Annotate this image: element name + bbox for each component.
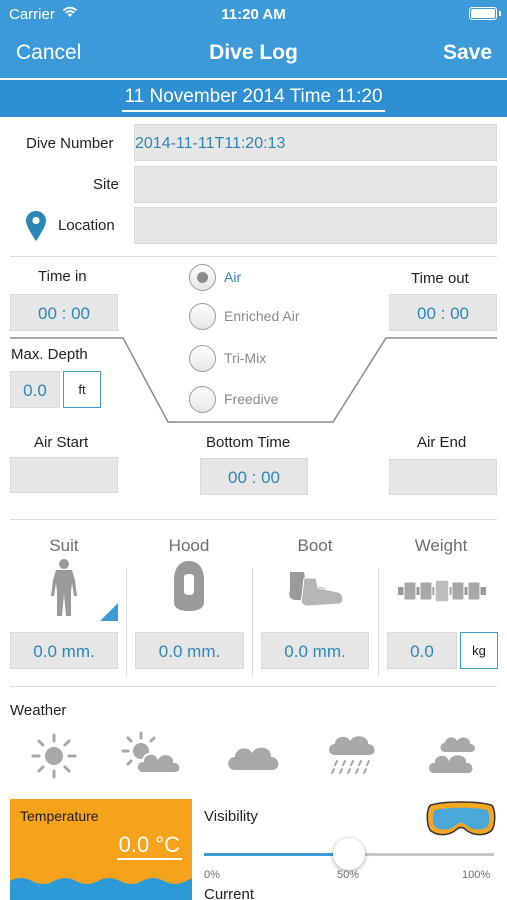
site-label: Site [93, 176, 119, 193]
boot-label: Boot [297, 536, 333, 555]
temperature-value[interactable]: 0.0 °C [116, 832, 182, 860]
hood-label: Hood [168, 536, 210, 555]
divider [10, 256, 497, 257]
status-bar: Carrier 11:20 AM [0, 0, 507, 30]
radio-selected-icon [189, 264, 216, 291]
bottom-time-field[interactable]: 00 : 00 [200, 458, 308, 495]
depth-unit-button[interactable]: ft [63, 371, 101, 408]
water-waves-icon [10, 878, 192, 900]
hood-thickness-value: 0.0 mm. [158, 642, 221, 661]
gear-separator [252, 568, 253, 676]
suit-thickness-field[interactable]: 0.0 mm. [10, 632, 118, 669]
weight-field[interactable]: 0.0 [387, 632, 457, 669]
gas-option-label: Tri-Mix [224, 350, 267, 366]
dive-number-field[interactable]: 2014-11-11T11:20:13 [134, 124, 497, 161]
boot-thickness-value: 0.0 mm. [284, 642, 346, 661]
site-field[interactable] [134, 166, 497, 203]
weight-label: Weight [414, 536, 468, 555]
visibility-label: Visibility [204, 808, 258, 825]
visibility-tick-max: 100% [462, 869, 491, 881]
overcast-icon[interactable] [425, 734, 487, 781]
boot-thickness-field[interactable]: 0.0 mm. [261, 632, 369, 669]
weather-label: Weather [10, 702, 67, 719]
air-start-label: Air Start [34, 434, 89, 451]
time-in-value: 00 : 00 [38, 304, 90, 323]
save-button[interactable]: Save [443, 41, 492, 65]
radio-unselected-icon [189, 386, 216, 413]
goggles-icon [425, 801, 497, 844]
gas-option-label: Freedive [224, 391, 279, 407]
max-depth-label: Max. Depth [11, 346, 88, 363]
temperature-panel: Temperature 0.0 °C [10, 799, 192, 900]
boot-icon[interactable] [286, 570, 346, 615]
bottom-time-label: Bottom Time [206, 434, 291, 451]
status-time: 11:20 AM [221, 6, 286, 23]
page-title: Dive Log [209, 41, 298, 64]
radio-unselected-icon [189, 345, 216, 372]
corner-indicator-icon [100, 603, 118, 626]
visibility-tick-mid: 50% [337, 869, 360, 881]
gas-option-freedive[interactable]: Freedive [189, 386, 369, 414]
weight-unit-button[interactable]: kg [460, 632, 498, 669]
visibility-slider-thumb[interactable] [333, 838, 365, 870]
suit-label: Suit [49, 536, 79, 555]
air-end-label: Air End [417, 434, 467, 451]
weight-belt-icon[interactable] [398, 578, 486, 609]
partly-cloudy-icon[interactable] [121, 731, 187, 784]
gas-option-enriched-air[interactable]: Enriched Air [189, 303, 369, 331]
max-depth-field[interactable]: 0.0 [10, 371, 60, 408]
visibility-slider-fill [204, 853, 349, 856]
sunny-icon[interactable] [31, 733, 77, 784]
current-label: Current [204, 886, 255, 900]
date-time-picker[interactable]: 11 November 2014 Time 11:20 [122, 86, 385, 112]
air-start-field[interactable] [10, 457, 118, 493]
time-out-label: Time out [411, 270, 469, 287]
gear-separator [126, 568, 127, 676]
max-depth-value: 0.0 [23, 381, 47, 400]
date-header: 11 November 2014 Time 11:20 [0, 80, 507, 117]
weight-unit-label: kg [472, 643, 486, 658]
location-field[interactable] [134, 207, 497, 244]
time-out-value: 00 : 00 [417, 304, 469, 323]
dive-number-value: 2014-11-11T11:20:13 [135, 135, 286, 152]
location-pin-icon[interactable] [26, 211, 46, 246]
divider [10, 686, 497, 687]
temperature-label: Temperature [20, 808, 99, 824]
gas-option-label: Air [224, 269, 242, 285]
bottom-time-value: 00 : 00 [228, 468, 280, 487]
radio-unselected-icon [189, 303, 216, 330]
visibility-tick-min: 0% [204, 869, 220, 881]
time-in-label: Time in [38, 268, 87, 285]
divider [10, 519, 497, 520]
depth-unit-label: ft [78, 382, 86, 397]
cloudy-icon[interactable] [225, 738, 283, 777]
air-end-field[interactable] [389, 459, 497, 495]
gas-option-tri-mix[interactable]: Tri-Mix [189, 345, 369, 373]
battery-icon [469, 7, 501, 20]
weight-value: 0.0 [410, 642, 434, 661]
time-in-field[interactable]: 00 : 00 [10, 294, 118, 331]
location-label: Location [58, 217, 115, 234]
rain-icon[interactable] [325, 731, 381, 784]
time-out-field[interactable]: 00 : 00 [389, 294, 497, 331]
dive-number-label: Dive Number [26, 135, 114, 152]
gas-option-air[interactable]: Air [189, 264, 369, 292]
suit-thickness-value: 0.0 mm. [33, 642, 95, 661]
hood-icon[interactable] [171, 560, 207, 617]
gear-separator [378, 568, 379, 676]
gas-option-label: Enriched Air [224, 308, 300, 324]
wetsuit-icon[interactable] [46, 558, 82, 623]
hood-thickness-field[interactable]: 0.0 mm. [135, 632, 244, 669]
nav-bar: Cancel Dive Log Save [0, 30, 507, 78]
